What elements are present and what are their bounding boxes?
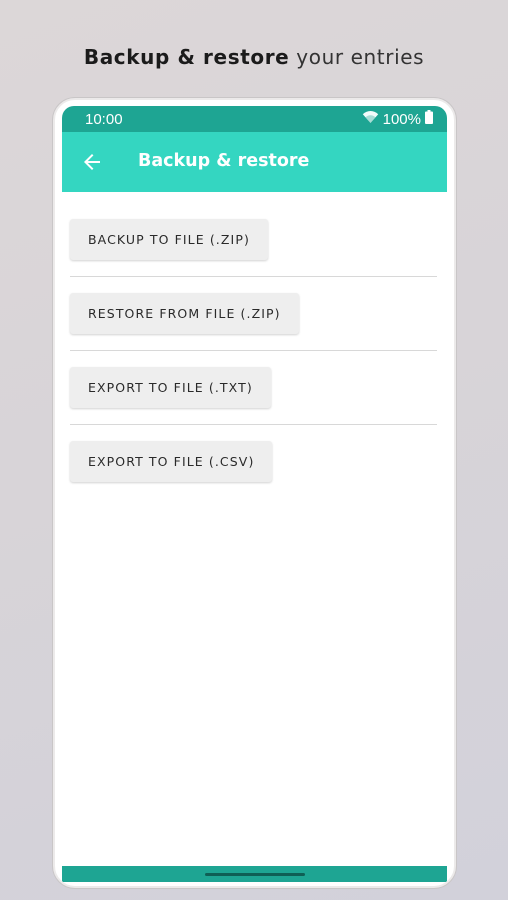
restore-zip-button[interactable]: RESTORE FROM FILE (.ZIP): [70, 293, 299, 334]
list-item: RESTORE FROM FILE (.ZIP): [62, 293, 447, 367]
arrow-left-icon[interactable]: [80, 150, 104, 174]
promo-headline: Backup & restore your entries: [0, 45, 508, 69]
navigation-bar: [62, 866, 447, 882]
page-title: Backup & restore: [138, 151, 310, 171]
status-time: 10:00: [85, 111, 123, 128]
list-item: BACKUP TO FILE (.ZIP): [62, 219, 447, 293]
phone-screen: 10:00 100% Backup & restore BACKUP TO FI…: [62, 106, 447, 882]
backup-zip-button[interactable]: BACKUP TO FILE (.ZIP): [70, 219, 268, 260]
phone-frame: 10:00 100% Backup & restore BACKUP TO FI…: [53, 98, 456, 888]
status-bar: 10:00 100%: [62, 106, 447, 132]
action-list: BACKUP TO FILE (.ZIP) RESTORE FROM FILE …: [62, 192, 447, 515]
wifi-icon: [362, 110, 379, 128]
divider: [70, 276, 437, 277]
battery-icon: [425, 110, 433, 128]
home-handle[interactable]: [205, 873, 305, 876]
divider: [70, 424, 437, 425]
export-txt-button[interactable]: EXPORT TO FILE (.TXT): [70, 367, 271, 408]
list-item: EXPORT TO FILE (.CSV): [62, 441, 447, 515]
promo-headline-bold: Backup & restore: [83, 45, 290, 69]
status-right: 100%: [362, 110, 433, 128]
promo-headline-rest: your entries: [296, 45, 425, 69]
list-item: EXPORT TO FILE (.TXT): [62, 367, 447, 441]
app-bar: Backup & restore: [62, 132, 447, 192]
battery-percent: 100%: [382, 110, 421, 128]
export-csv-button[interactable]: EXPORT TO FILE (.CSV): [70, 441, 273, 482]
divider: [70, 350, 437, 351]
